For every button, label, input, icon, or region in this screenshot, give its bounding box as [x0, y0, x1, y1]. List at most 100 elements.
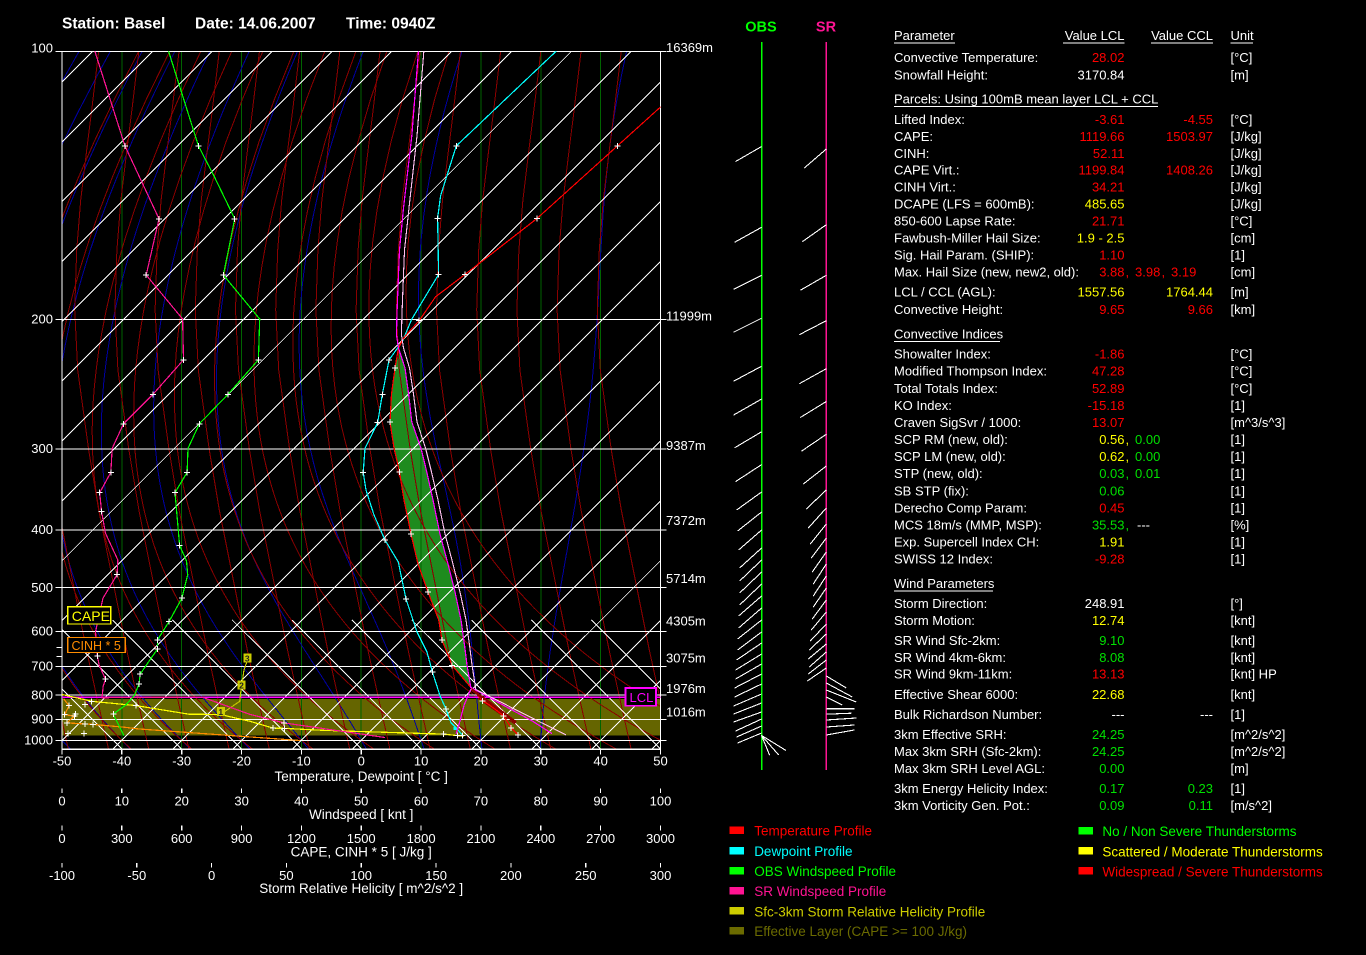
svg-text:Widespread / Severe Thundersto: Widespread / Severe Thunderstorms	[1102, 864, 1323, 879]
svg-text:[km]: [km]	[1231, 302, 1256, 317]
svg-text:900: 900	[31, 712, 53, 727]
svg-text:[1]: [1]	[1231, 500, 1245, 515]
svg-text:SR Wind Sfc-2km:: SR Wind Sfc-2km:	[894, 633, 1000, 648]
svg-text:90: 90	[593, 793, 607, 808]
svg-text:CAPE, CINH * 5 [ J/kg ]: CAPE, CINH * 5 [ J/kg ]	[291, 845, 432, 860]
svg-text:3.19: 3.19	[1171, 264, 1196, 279]
svg-text:10: 10	[414, 754, 428, 769]
svg-text:52.11: 52.11	[1093, 146, 1125, 161]
svg-text:[°C]: [°C]	[1231, 347, 1253, 362]
svg-text:[m/s^2]: [m/s^2]	[1231, 798, 1273, 813]
svg-text:[knt]: [knt]	[1231, 650, 1256, 665]
svg-text:0.11: 0.11	[1189, 798, 1213, 813]
svg-text:4305m: 4305m	[666, 614, 706, 629]
svg-text:Showalter Index:: Showalter Index:	[894, 347, 991, 362]
svg-text:70: 70	[474, 793, 488, 808]
svg-text:34.21: 34.21	[1092, 179, 1125, 194]
svg-text:Temperature, Dewpoint [ °C ]: Temperature, Dewpoint [ °C ]	[274, 769, 447, 784]
svg-text:[°C]: [°C]	[1231, 50, 1253, 65]
svg-text:,: ,	[1126, 466, 1130, 481]
svg-text:1408.26: 1408.26	[1166, 163, 1213, 178]
svg-text:-100: -100	[49, 868, 75, 883]
svg-text:Sfc-3km Storm Relative Helicit: Sfc-3km Storm Relative Helicity Profile	[754, 904, 985, 919]
svg-text:[°]: [°]	[1231, 596, 1243, 611]
svg-text:Storm Direction:: Storm Direction:	[894, 596, 987, 611]
svg-text:30: 30	[234, 793, 248, 808]
svg-text:1: 1	[218, 707, 223, 717]
svg-text:Exp. Supercell Index CH:: Exp. Supercell Index CH:	[894, 535, 1039, 550]
svg-text:40: 40	[593, 754, 607, 769]
svg-text:0.62: 0.62	[1099, 449, 1124, 464]
svg-text:Date: 14.06.2007: Date: 14.06.2007	[195, 16, 316, 33]
svg-text:-40: -40	[112, 754, 131, 769]
svg-text:35.53: 35.53	[1092, 518, 1125, 533]
svg-text:0.23: 0.23	[1188, 781, 1213, 796]
svg-text:Total Totals Index:: Total Totals Index:	[894, 381, 998, 396]
svg-text:5714m: 5714m	[666, 571, 706, 586]
svg-text:[m^2/s^2]: [m^2/s^2]	[1231, 744, 1286, 759]
svg-text:Windspeed [ knt ]: Windspeed [ knt ]	[309, 807, 413, 822]
svg-text:Max. Hail Size (new, new2, old: Max. Hail Size (new, new2, old):	[894, 264, 1079, 279]
svg-text:,: ,	[1126, 449, 1130, 464]
svg-text:[m]: [m]	[1231, 761, 1249, 776]
svg-text:11999m: 11999m	[666, 309, 712, 324]
svg-text:---: ---	[1112, 707, 1125, 722]
svg-text:Lifted Index:: Lifted Index:	[894, 112, 965, 127]
svg-text:2400: 2400	[526, 831, 555, 846]
svg-text:[°C]: [°C]	[1231, 112, 1253, 127]
svg-text:500: 500	[31, 580, 53, 595]
svg-text:60: 60	[414, 793, 428, 808]
svg-text:0: 0	[208, 868, 215, 883]
svg-text:DCAPE (LFS = 600mB):: DCAPE (LFS = 600mB):	[894, 197, 1035, 212]
svg-text:[cm]: [cm]	[1231, 231, 1256, 246]
svg-text:-50: -50	[53, 754, 72, 769]
svg-text:,: ,	[1126, 518, 1130, 533]
svg-text:12.74: 12.74	[1092, 613, 1125, 628]
svg-text:[1]: [1]	[1231, 483, 1245, 498]
svg-text:80: 80	[534, 793, 548, 808]
svg-text:Modified Thompson Index:: Modified Thompson Index:	[894, 364, 1047, 379]
svg-text:24.25: 24.25	[1092, 744, 1125, 759]
svg-text:22.68: 22.68	[1092, 687, 1125, 702]
svg-text:-10: -10	[292, 754, 311, 769]
svg-text:0.06: 0.06	[1099, 483, 1124, 498]
svg-text:Storm Relative Helicity [ m^2: Storm Relative Helicity [ m^2/s^2 ]	[259, 881, 463, 896]
svg-text:Convective Temperature:: Convective Temperature:	[894, 50, 1038, 65]
svg-text:16369m: 16369m	[666, 40, 713, 55]
svg-text:[m]: [m]	[1231, 68, 1249, 83]
svg-text:Parameter: Parameter	[894, 28, 955, 43]
svg-text:[knt] HP: [knt] HP	[1231, 667, 1277, 682]
svg-text:3.88: 3.88	[1099, 264, 1124, 279]
svg-text:[knt]: [knt]	[1231, 633, 1256, 648]
svg-text:SB STP (fix):: SB STP (fix):	[894, 483, 969, 498]
svg-text:[°C]: [°C]	[1231, 381, 1253, 396]
svg-text:[m]: [m]	[1231, 285, 1249, 300]
svg-text:24.25: 24.25	[1092, 727, 1125, 742]
svg-text:CAPE:: CAPE:	[894, 129, 933, 144]
svg-text:600: 600	[31, 624, 53, 639]
svg-text:Convective Indices: Convective Indices	[894, 327, 1004, 342]
svg-text:200: 200	[31, 312, 53, 327]
svg-text:LCL: LCL	[630, 690, 654, 705]
svg-text:1976m: 1976m	[666, 681, 706, 696]
svg-text:1503.97: 1503.97	[1166, 129, 1213, 144]
svg-text:Craven SigSvr / 1000:: Craven SigSvr / 1000:	[894, 415, 1021, 430]
svg-text:1764.44: 1764.44	[1166, 285, 1213, 300]
svg-text:[°C]: [°C]	[1231, 214, 1253, 229]
svg-text:MCS 18m/s (MMP, MSP):: MCS 18m/s (MMP, MSP):	[894, 518, 1042, 533]
svg-text:Value CCL: Value CCL	[1151, 28, 1213, 43]
svg-text:---: ---	[1137, 518, 1150, 533]
svg-text:0.17: 0.17	[1099, 781, 1124, 796]
svg-text:CINH * 5: CINH * 5	[72, 639, 121, 653]
svg-text:47.28: 47.28	[1092, 364, 1125, 379]
svg-text:900: 900	[231, 831, 253, 846]
svg-text:SR Windspeed Profile: SR Windspeed Profile	[754, 884, 886, 899]
svg-text:[m^2/s^2]: [m^2/s^2]	[1231, 727, 1286, 742]
svg-text:,: ,	[1126, 264, 1130, 279]
svg-text:2700: 2700	[586, 831, 615, 846]
svg-text:-9.28: -9.28	[1095, 552, 1125, 567]
svg-text:10: 10	[115, 793, 129, 808]
svg-text:Dewpoint Profile: Dewpoint Profile	[754, 844, 852, 859]
svg-text:SR Wind 4km-6km:: SR Wind 4km-6km:	[894, 650, 1006, 665]
svg-text:KO Index:: KO Index:	[894, 398, 952, 413]
